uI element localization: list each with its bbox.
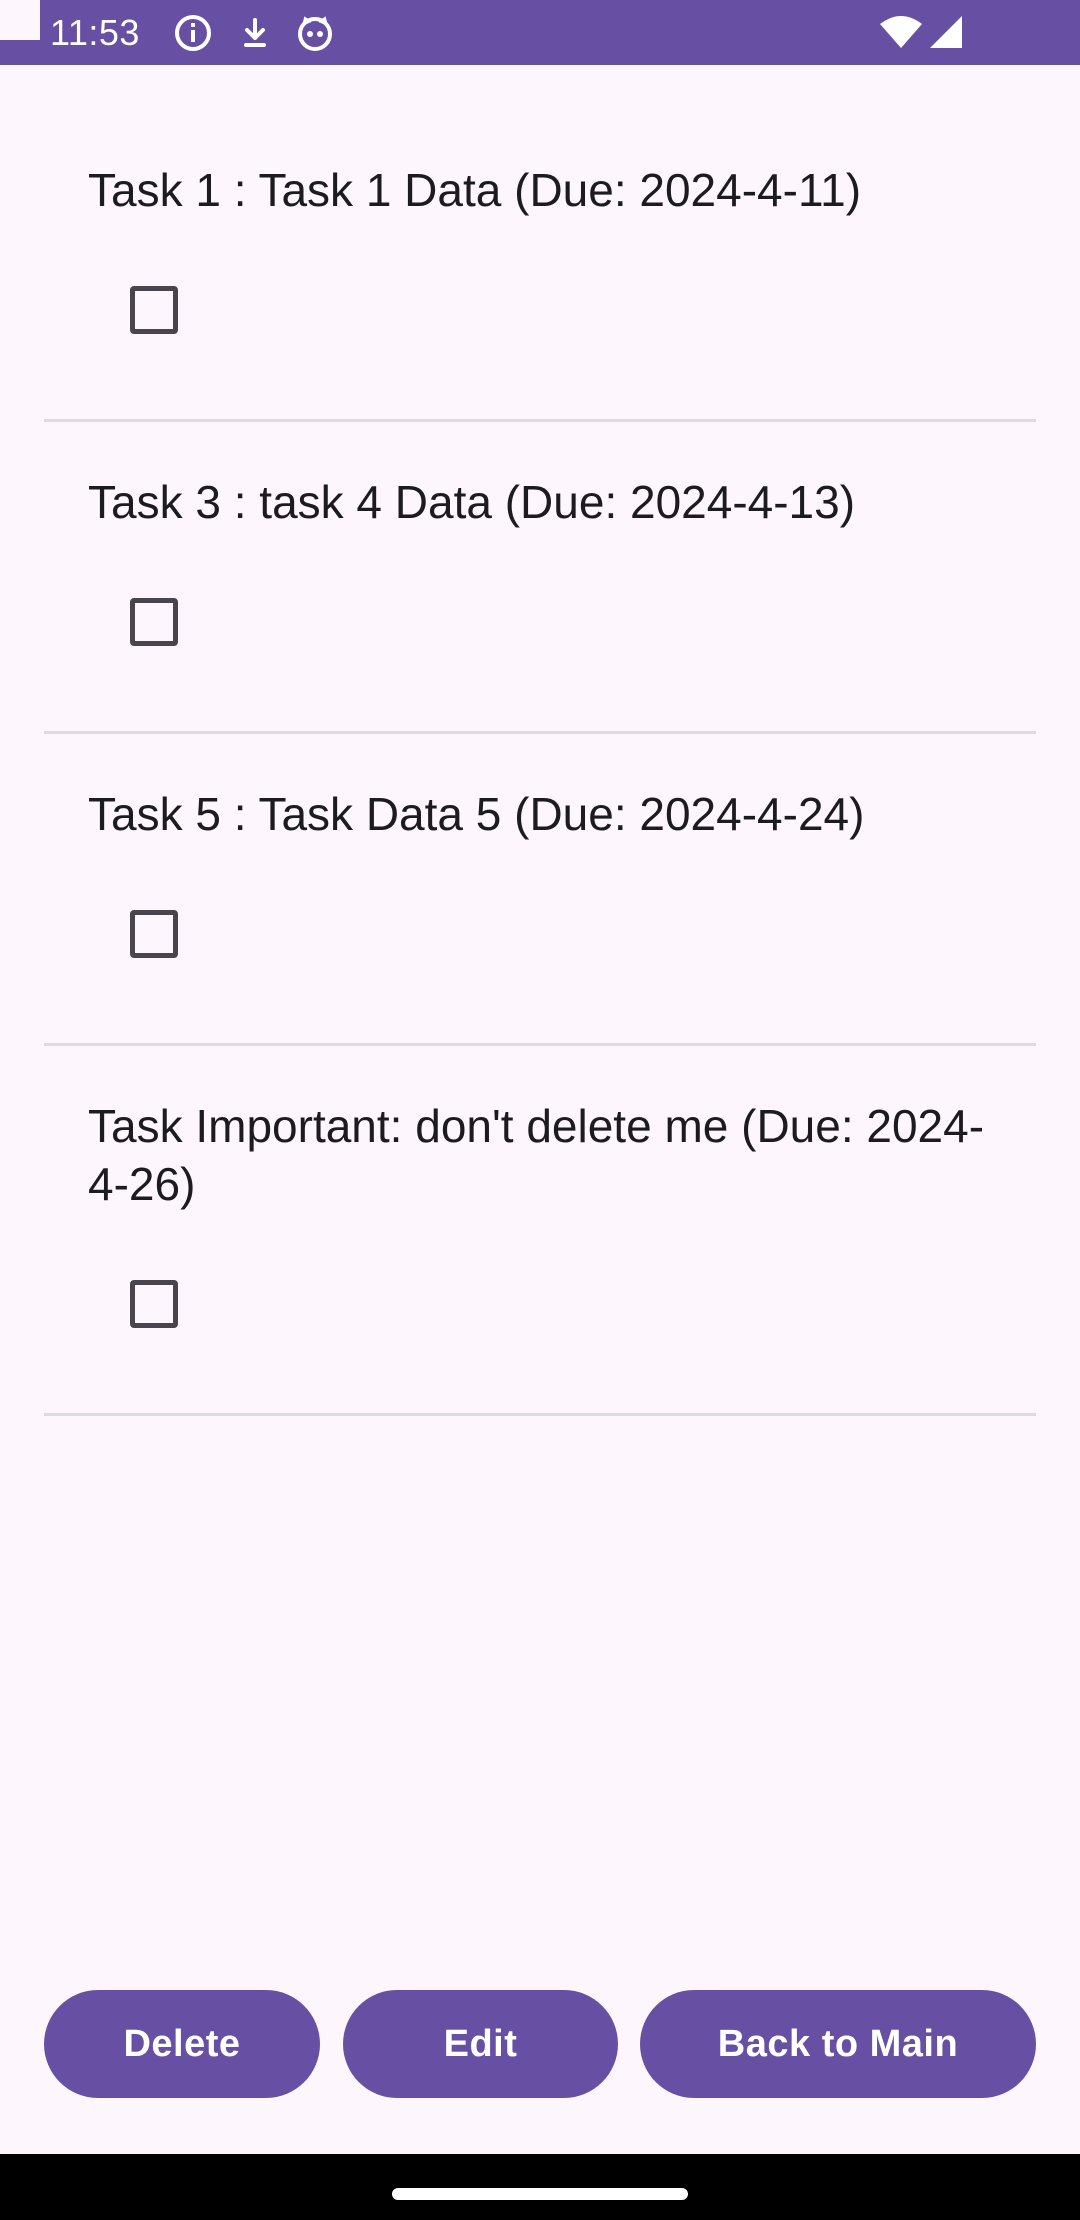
task-item[interactable]: Task Important: don't delete me (Due: 20… [44,1046,1036,1416]
cat-face-icon [298,16,332,51]
task-checkbox[interactable] [130,910,178,958]
signal-icon [930,16,962,48]
task-label: Task 5 : Task Data 5 (Due: 2024-4-24) [88,788,865,840]
home-gesture-handle[interactable] [392,2188,688,2200]
task-list: Task 1 : Task 1 Data (Due: 2024-4-11) Ta… [0,110,1080,1416]
task-checkbox[interactable] [130,598,178,646]
task-checkbox[interactable] [130,1280,178,1328]
edit-button[interactable]: Edit [343,1990,618,2098]
status-bar: 11:53 [0,0,1080,65]
task-label: Task 3 : task 4 Data (Due: 2024-4-13) [88,476,856,528]
task-label: Task Important: don't delete me (Due: 20… [88,1100,985,1210]
wifi-icon [880,16,922,48]
task-label: Task 1 : Task 1 Data (Due: 2024-4-11) [88,164,862,216]
task-checkbox[interactable] [130,286,178,334]
download-icon [244,18,266,47]
task-list-screen: 11:53 Task 1 : Task 1 Data (Due: 2024-4-… [0,0,1080,2220]
navigation-bar [0,2154,1080,2220]
delete-button[interactable]: Delete [44,1990,320,2098]
task-item[interactable]: Task 3 : task 4 Data (Due: 2024-4-13) [44,422,1036,734]
info-icon [175,15,211,51]
task-item[interactable]: Task 1 : Task 1 Data (Due: 2024-4-11) [44,110,1036,422]
task-item[interactable]: Task 5 : Task Data 5 (Due: 2024-4-24) [44,734,1036,1046]
back-to-main-button[interactable]: Back to Main [640,1990,1036,2098]
status-time: 11:53 [50,12,140,53]
